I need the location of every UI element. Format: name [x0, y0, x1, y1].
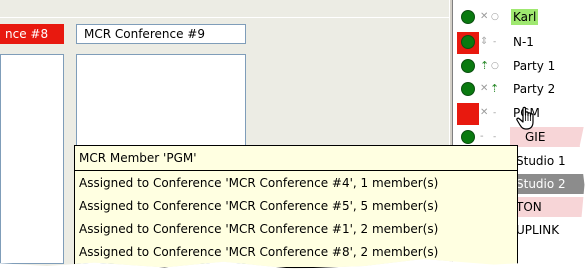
- tooltip-title: MCR Member 'PGM': [79, 151, 197, 165]
- online-status-icon: [461, 10, 475, 24]
- online-status-icon: [461, 35, 475, 49]
- dash-icon: -: [493, 132, 497, 142]
- panel-divider: [0, 17, 451, 18]
- conference-8-header[interactable]: nce #8: [0, 24, 64, 44]
- disconnected-icon: ✕: [480, 11, 489, 22]
- up-arrow-icon: ⇡: [490, 82, 500, 95]
- member-label: TON: [516, 200, 542, 214]
- tooltip-assignment-line: Assigned to Conference 'MCR Conference #…: [79, 176, 439, 190]
- member-label: N-1: [513, 35, 534, 49]
- member-row-karl[interactable]: ✕ ○ Karl: [453, 6, 588, 28]
- online-status-icon: [461, 59, 475, 73]
- tooltip-assignment-line: Assigned to Conference 'MCR Conference #…: [79, 245, 439, 259]
- member-label: Studio 1: [516, 154, 566, 168]
- member-label: Party 2: [513, 82, 556, 96]
- dash-icon: -: [493, 37, 497, 47]
- member-row-party-1[interactable]: ⇡ ○ Party 1: [453, 55, 588, 77]
- disconnected-icon: ✕: [480, 83, 489, 94]
- dash-icon: -: [493, 108, 497, 118]
- tooltip-assignment-line: Assigned to Conference 'MCR Conference #…: [79, 199, 439, 213]
- selected-indicator: [457, 103, 479, 125]
- conference-8-member-list[interactable]: [0, 54, 64, 264]
- online-status-icon: [461, 82, 475, 96]
- disconnected-icon: ✕: [480, 107, 489, 118]
- member-label: Studio 2: [516, 177, 566, 191]
- member-label: Party 1: [513, 59, 556, 73]
- circle-icon: ○: [491, 61, 499, 71]
- dash-icon: -: [480, 131, 484, 142]
- conference-9-header[interactable]: MCR Conference #9: [76, 24, 246, 44]
- circle-icon: ○: [491, 12, 499, 22]
- tooltip-assignment-line: Assigned to Conference 'MCR Conference #…: [79, 222, 439, 236]
- member-row-n-1[interactable]: ⇕ - N-1: [453, 31, 588, 54]
- online-status-icon: [461, 130, 475, 144]
- tooltip-divider: [75, 170, 517, 171]
- up-arrow-icon: ⇡: [480, 59, 490, 72]
- member-label: Karl: [511, 9, 539, 25]
- up-down-arrow-icon: ⇕: [480, 36, 489, 47]
- member-row-party-2[interactable]: ✕ ⇡ Party 2: [453, 78, 588, 100]
- member-label: UPLINK: [516, 223, 560, 237]
- hand-cursor-icon: [516, 106, 534, 130]
- screenshot-region: nce #8 MCR Conference #9 ✕ ○ Karl ⇕ - N-…: [0, 0, 588, 269]
- member-tooltip: MCR Member 'PGM' Assigned to Conference …: [74, 145, 518, 268]
